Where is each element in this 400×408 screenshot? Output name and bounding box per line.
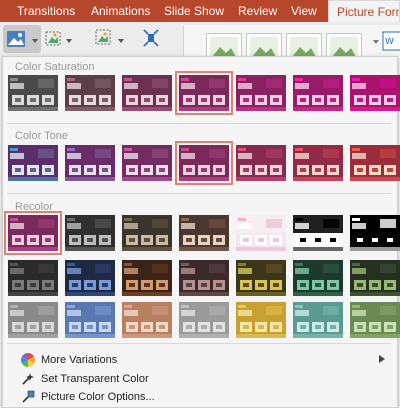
recolor-thumbnail[interactable] — [293, 260, 343, 296]
color-tone-thumbnail[interactable] — [236, 145, 286, 181]
picture-layout-icon[interactable]: W — [382, 31, 400, 51]
recolor-thumbnail[interactable] — [236, 302, 286, 338]
recolor-thumbnail[interactable] — [236, 215, 286, 251]
section-label-color-tone: Color Tone — [15, 130, 68, 142]
color-saturation-thumbnail[interactable] — [293, 75, 343, 111]
recolor-thumbnail[interactable] — [179, 302, 229, 338]
recolor-thumbnail[interactable] — [293, 302, 343, 338]
color-tone-thumbnail[interactable] — [122, 145, 172, 181]
color-tone-thumbnail[interactable] — [350, 145, 400, 181]
color-saturation-thumbnail[interactable] — [236, 75, 286, 111]
color-saturation-thumbnail[interactable] — [350, 75, 400, 111]
ribbon-tab-bar: Transitions Animations Slide Show Review… — [0, 0, 400, 22]
recolor-thumbnail[interactable] — [236, 260, 286, 296]
menu-item-label: Set Transparent Color — [41, 373, 149, 385]
tab-view[interactable]: View — [291, 0, 317, 22]
tab-review[interactable]: Review — [238, 0, 277, 22]
section-label-color-saturation: Color Saturation — [15, 61, 95, 73]
tab-animations[interactable]: Animations — [91, 0, 150, 22]
color-wheel-icon — [21, 353, 35, 367]
color-dropdown-panel: Color Saturation Color Tone Recolor More… — [2, 56, 400, 408]
recolor-thumbnail[interactable] — [65, 302, 115, 338]
crop-button[interactable] — [138, 25, 164, 53]
recolor-thumbnail[interactable] — [350, 302, 400, 338]
artistic-effects-button[interactable] — [44, 25, 74, 53]
menu-item-picture-color-options[interactable]: Picture Color Options... — [21, 388, 155, 406]
color-button[interactable] — [3, 25, 41, 53]
compress-pictures-icon — [143, 29, 159, 47]
recolor-thumbnail[interactable] — [65, 215, 115, 251]
color-tone-thumbnail[interactable] — [293, 145, 343, 181]
eyedropper-wand-icon — [22, 373, 34, 385]
color-saturation-thumbnail[interactable] — [122, 75, 172, 111]
submenu-arrow-icon — [379, 355, 385, 363]
recolor-thumbnail[interactable] — [350, 215, 400, 251]
picture-color-icon — [7, 31, 25, 47]
scrollbar-arrow-icon[interactable] — [371, 37, 381, 47]
tab-picture-format[interactable]: Picture Format — [328, 0, 400, 22]
chevron-down-icon — [118, 39, 124, 43]
menu-item-more-variations[interactable]: More Variations — [21, 351, 393, 369]
divider — [7, 123, 391, 124]
menu-item-set-transparent-color[interactable]: Set Transparent Color — [21, 370, 149, 388]
recolor-thumbnail[interactable] — [122, 215, 172, 251]
recolor-thumbnail[interactable] — [8, 302, 58, 338]
transparency-button[interactable] — [94, 25, 124, 53]
menu-item-label: Picture Color Options... — [41, 391, 155, 403]
divider — [7, 343, 391, 344]
recolor-thumbnail[interactable] — [4, 211, 62, 255]
section-label-recolor: Recolor — [15, 201, 53, 213]
color-options-icon — [22, 390, 35, 403]
svg-text:W: W — [385, 37, 394, 47]
recolor-thumbnail[interactable] — [8, 260, 58, 296]
chevron-down-icon — [32, 39, 38, 43]
color-saturation-thumbnail[interactable] — [8, 75, 58, 111]
recolor-thumbnail[interactable] — [350, 260, 400, 296]
picture-styles-gallery: W — [183, 25, 400, 63]
recolor-thumbnail[interactable] — [122, 302, 172, 338]
chevron-down-icon — [66, 39, 72, 43]
menu-item-label: More Variations — [41, 354, 118, 366]
recolor-thumbnail[interactable] — [122, 260, 172, 296]
recolor-thumbnail[interactable] — [65, 260, 115, 296]
transparency-icon — [95, 29, 111, 45]
color-saturation-thumbnail[interactable] — [65, 75, 115, 111]
color-tone-thumbnail[interactable] — [8, 145, 58, 181]
color-tone-thumbnail[interactable] — [175, 141, 233, 185]
recolor-thumbnail[interactable] — [179, 215, 229, 251]
color-saturation-thumbnail[interactable] — [175, 71, 233, 115]
recolor-thumbnail[interactable] — [293, 215, 343, 251]
tab-slide-show[interactable]: Slide Show — [164, 0, 224, 22]
artistic-effects-icon — [45, 31, 61, 46]
color-tone-thumbnail[interactable] — [65, 145, 115, 181]
tab-transitions[interactable]: Transitions — [17, 0, 75, 22]
recolor-thumbnail[interactable] — [179, 260, 229, 296]
divider — [7, 193, 391, 194]
